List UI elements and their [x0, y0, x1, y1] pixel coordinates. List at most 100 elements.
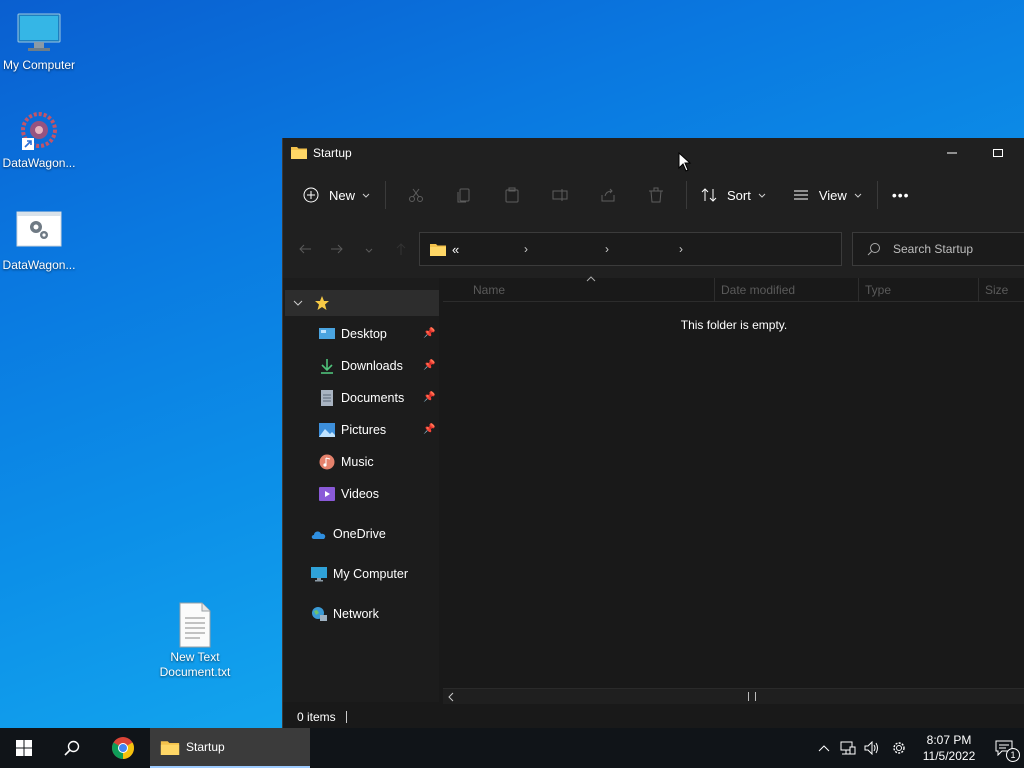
- system-tray: 8:07 PM 11/5/2022 1: [812, 728, 1024, 768]
- view-list-icon: [793, 190, 808, 200]
- volume-button[interactable]: [860, 728, 884, 768]
- desktop-icon-label: DataWagon...: [2, 156, 76, 170]
- title-bar[interactable]: Startup: [283, 138, 1024, 168]
- column-divider[interactable]: [714, 278, 715, 302]
- nav-item-my-computer[interactable]: My Computer: [311, 564, 408, 584]
- more-options-button[interactable]: •••: [884, 179, 918, 211]
- column-header-size[interactable]: Size: [985, 283, 1008, 297]
- search-button[interactable]: [48, 728, 96, 768]
- desktop-icon-datawagon-file[interactable]: DataWagon...: [0, 210, 78, 273]
- breadcrumb-chevron[interactable]: ›: [605, 242, 609, 256]
- nav-item-pictures[interactable]: Pictures: [319, 420, 386, 440]
- pin-icon[interactable]: 📌: [423, 328, 435, 339]
- arrow-left-icon: [299, 244, 311, 253]
- settings-file-icon: [16, 210, 62, 256]
- desktop-icon-datawagon-shortcut[interactable]: DataWagon...: [0, 108, 78, 171]
- clock-date: 11/5/2022: [922, 749, 976, 763]
- copy-button[interactable]: [440, 179, 488, 211]
- desktop-icon-new-text-document[interactable]: New Text Document.txt: [156, 602, 234, 680]
- nav-item-onedrive[interactable]: OneDrive: [311, 524, 386, 544]
- arrow-right-icon: [331, 244, 343, 253]
- nav-item-label: Videos: [341, 487, 379, 501]
- recent-locations-button[interactable]: [353, 242, 385, 258]
- back-button[interactable]: [289, 242, 321, 259]
- nav-item-downloads[interactable]: Downloads: [319, 356, 403, 376]
- scrollbar-grip[interactable]: [748, 692, 756, 701]
- start-button[interactable]: [0, 728, 48, 768]
- chevron-down-icon: [362, 193, 370, 198]
- column-divider[interactable]: [978, 278, 979, 302]
- ethernet-icon: [840, 741, 856, 755]
- breadcrumb-chevron[interactable]: ›: [679, 242, 683, 256]
- nav-item-music[interactable]: Music: [319, 452, 374, 472]
- column-divider[interactable]: [858, 278, 859, 302]
- column-headers: Name Date modified Type Size: [443, 276, 1024, 302]
- view-button[interactable]: View: [785, 179, 871, 211]
- search-icon: [867, 243, 880, 256]
- network-status-button[interactable]: [836, 728, 860, 768]
- file-explorer-window: Startup New Sort View ••• « › › › Search…: [282, 138, 1024, 728]
- clock[interactable]: 8:07 PM 11/5/2022: [914, 732, 984, 764]
- forward-button[interactable]: [321, 242, 353, 259]
- paste-button[interactable]: [488, 179, 536, 211]
- pin-icon[interactable]: 📌: [423, 392, 435, 403]
- column-header-name[interactable]: Name: [473, 283, 505, 297]
- pin-icon[interactable]: 📌: [423, 360, 435, 371]
- nav-item-label: Network: [333, 607, 379, 621]
- chevron-down-icon: [293, 300, 303, 306]
- plus-circle-icon: [303, 187, 319, 203]
- settings-button[interactable]: [884, 728, 914, 768]
- nav-item-desktop[interactable]: Desktop: [319, 324, 387, 344]
- delete-button[interactable]: [632, 179, 680, 211]
- maximize-button[interactable]: [975, 138, 1021, 168]
- mouse-cursor-icon: [678, 152, 692, 172]
- taskbar: Startup 8:07 PM 11/5/2022 1: [0, 728, 1024, 768]
- action-center-button[interactable]: 1: [984, 728, 1024, 768]
- nav-item-label: Downloads: [341, 359, 403, 373]
- address-bar[interactable]: « › › ›: [419, 232, 842, 266]
- command-bar: New Sort View •••: [283, 168, 1024, 222]
- pin-icon[interactable]: 📌: [423, 424, 435, 435]
- breadcrumb-chevron[interactable]: ›: [524, 242, 528, 256]
- datawagon-shortcut-icon: [16, 108, 62, 154]
- arrow-up-icon: [396, 242, 406, 255]
- chrome-icon: [112, 737, 134, 759]
- address-row: « › › › Search Startup: [283, 222, 1024, 278]
- address-overflow[interactable]: «: [452, 242, 459, 257]
- cut-button[interactable]: [392, 179, 440, 211]
- minimize-button[interactable]: [929, 138, 975, 168]
- download-icon: [319, 358, 335, 374]
- show-hidden-icons-button[interactable]: [812, 728, 836, 768]
- chevron-down-icon: [854, 193, 862, 198]
- column-header-date-modified[interactable]: Date modified: [721, 283, 795, 297]
- quick-access-item[interactable]: [285, 290, 439, 316]
- cloud-icon: [311, 526, 327, 542]
- scissors-icon: [409, 188, 424, 202]
- separator: [686, 181, 688, 209]
- rename-button[interactable]: [536, 179, 584, 211]
- nav-item-videos[interactable]: Videos: [319, 484, 379, 504]
- file-list[interactable]: Name Date modified Type Size This folder…: [443, 276, 1024, 706]
- column-header-type[interactable]: Type: [865, 283, 891, 297]
- desktop-icon-my-computer[interactable]: My Computer: [0, 10, 78, 73]
- monitor-icon: [16, 10, 62, 56]
- chrome-taskbar-button[interactable]: [96, 728, 150, 768]
- sort-button[interactable]: Sort: [693, 179, 775, 211]
- up-button[interactable]: [385, 242, 417, 259]
- share-button[interactable]: [584, 179, 632, 211]
- status-divider: [345, 711, 347, 723]
- copy-icon: [457, 188, 470, 203]
- new-button[interactable]: New: [295, 179, 379, 211]
- folder-icon: [430, 244, 446, 256]
- horizontal-scrollbar[interactable]: [443, 688, 1024, 704]
- nav-item-network[interactable]: Network: [311, 604, 379, 624]
- taskbar-item-startup[interactable]: Startup: [150, 728, 310, 768]
- search-box[interactable]: Search Startup: [852, 232, 1024, 266]
- desktop-icon-label: My Computer: [2, 58, 76, 72]
- view-label: View: [818, 187, 847, 203]
- window-title: Startup: [313, 146, 352, 160]
- nav-item-documents[interactable]: Documents: [319, 388, 404, 408]
- minimize-icon: [947, 152, 957, 154]
- taskbar-item-label: Startup: [186, 740, 225, 754]
- item-count: 0 items: [297, 710, 336, 724]
